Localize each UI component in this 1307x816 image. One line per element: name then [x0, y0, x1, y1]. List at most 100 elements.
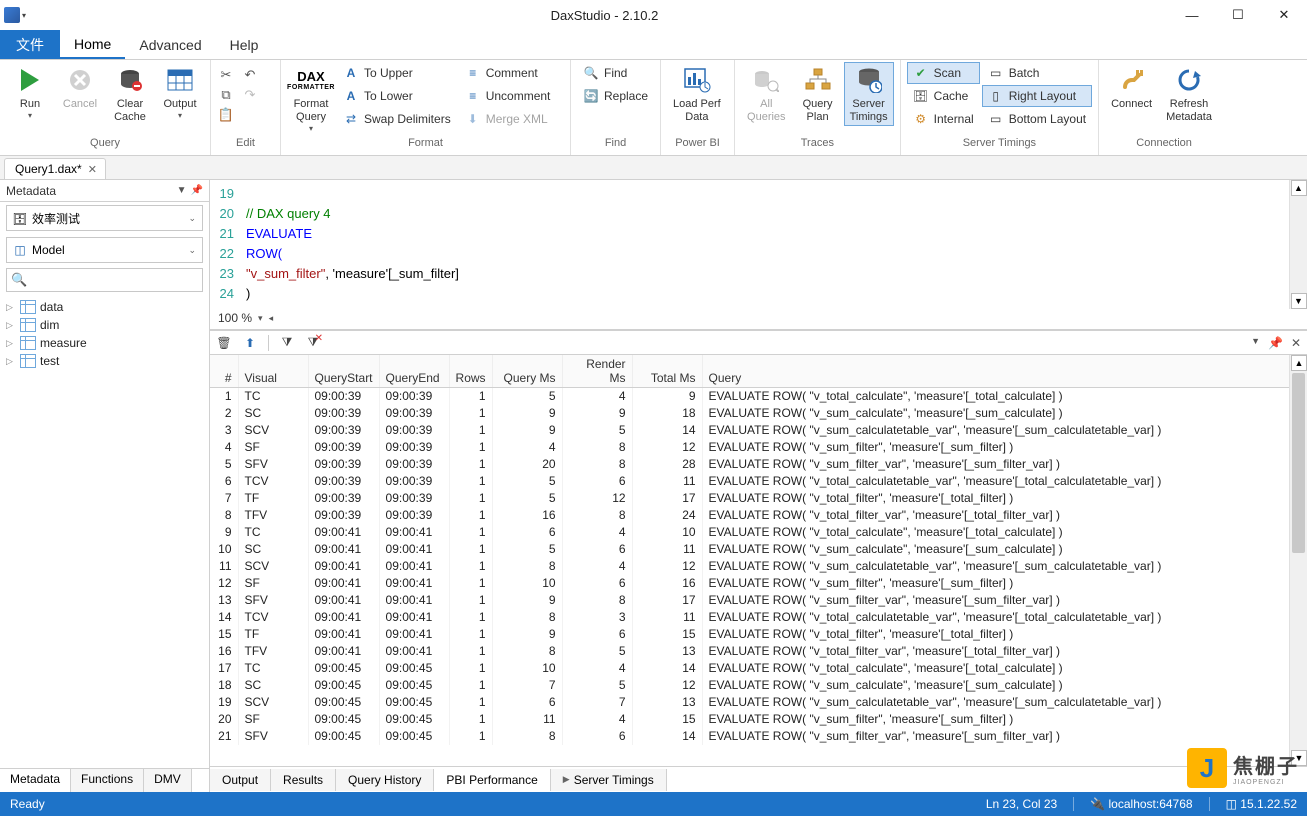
server-timings-button[interactable]: Server Timings — [844, 62, 894, 126]
internal-toggle[interactable]: ⚙Internal — [907, 108, 980, 130]
maximize-button[interactable]: ☐ — [1215, 0, 1261, 30]
grid-scrollbar[interactable]: ▲ ▼ — [1289, 355, 1307, 766]
tab-output[interactable]: Output — [210, 769, 271, 791]
swap-delimiters-button[interactable]: ⇄Swap Delimiters — [337, 108, 457, 130]
to-upper-button[interactable]: ATo Upper — [337, 62, 457, 84]
panel-close-icon[interactable]: ✕ — [1291, 336, 1301, 350]
scroll-up-icon[interactable]: ▲ — [1291, 355, 1307, 371]
query-plan-button[interactable]: Query Plan — [794, 62, 842, 126]
cut-icon[interactable]: ✂ — [217, 66, 235, 84]
bottom-layout-toggle[interactable]: ▭Bottom Layout — [982, 108, 1092, 130]
pin-icon[interactable]: 📌 — [191, 185, 203, 196]
table-row[interactable]: 13SFV09:00:4109:00:4119817EVALUATE ROW( … — [210, 592, 1307, 609]
model-select[interactable]: ◫Model ⌄ — [6, 237, 203, 263]
expand-icon[interactable]: ▷ — [6, 302, 16, 313]
expand-icon[interactable]: ▷ — [6, 320, 16, 331]
database-select[interactable]: 🗄效率测试 ⌄ — [6, 205, 203, 231]
metadata-search-input[interactable] — [27, 273, 198, 287]
clear-cache-button[interactable]: Clear Cache — [106, 62, 154, 126]
scroll-thumb[interactable] — [1292, 373, 1305, 553]
table-row[interactable]: 11SCV09:00:4109:00:4118412EVALUATE ROW( … — [210, 558, 1307, 575]
load-perf-data-button[interactable]: Load Perf Data — [667, 62, 727, 126]
document-tab[interactable]: Query1.dax* ✕ — [4, 158, 106, 179]
uncomment-button[interactable]: ≡Uncomment — [459, 85, 557, 107]
menu-help[interactable]: Help — [216, 30, 273, 59]
table-row[interactable]: 10SC09:00:4109:00:4115611EVALUATE ROW( "… — [210, 541, 1307, 558]
comment-button[interactable]: ≡Comment — [459, 62, 557, 84]
panel-dropdown-icon[interactable]: ▼ — [1251, 336, 1260, 350]
replace-button[interactable]: 🔄Replace — [577, 85, 654, 107]
scroll-down-icon[interactable]: ▼ — [1291, 750, 1307, 766]
results-grid[interactable]: #VisualQueryStartQueryEndRowsQuery MsRen… — [210, 355, 1307, 766]
table-row[interactable]: 5SFV09:00:3909:00:39120828EVALUATE ROW( … — [210, 456, 1307, 473]
table-tree-item[interactable]: ▷measure — [2, 334, 207, 352]
table-row[interactable]: 19SCV09:00:4509:00:4516713EVALUATE ROW( … — [210, 694, 1307, 711]
sidebar-dropdown-icon[interactable]: ▼ — [177, 185, 187, 196]
table-row[interactable]: 2SC09:00:3909:00:3919918EVALUATE ROW( "v… — [210, 405, 1307, 422]
table-tree-item[interactable]: ▷test — [2, 352, 207, 370]
menu-advanced[interactable]: Advanced — [125, 30, 215, 59]
table-row[interactable]: 20SF09:00:4509:00:45111415EVALUATE ROW( … — [210, 711, 1307, 728]
column-header[interactable]: Visual — [238, 355, 308, 388]
table-tree-item[interactable]: ▷dim — [2, 316, 207, 334]
paste-icon[interactable]: 📋 — [217, 106, 235, 124]
menu-home[interactable]: Home — [60, 30, 125, 59]
tab-metadata[interactable]: Metadata — [0, 769, 71, 792]
table-row[interactable]: 21SFV09:00:4509:00:4518614EVALUATE ROW( … — [210, 728, 1307, 745]
minimize-button[interactable]: — — [1169, 0, 1215, 30]
zoom-control[interactable]: 100 % ▾ ◂ — [210, 307, 1307, 329]
scan-toggle[interactable]: ✔Scan — [907, 62, 980, 84]
right-layout-toggle[interactable]: ▯Right Layout — [982, 85, 1092, 107]
column-header[interactable]: Total Ms — [632, 355, 702, 388]
table-row[interactable]: 16TFV09:00:4109:00:4118513EVALUATE ROW( … — [210, 643, 1307, 660]
find-button[interactable]: 🔍Find — [577, 62, 654, 84]
scroll-up-icon[interactable]: ▲ — [1291, 180, 1307, 196]
editor-code[interactable]: // DAX query 4EVALUATEROW("v_sum_filter"… — [240, 180, 1307, 307]
tab-query-history[interactable]: Query History — [336, 769, 434, 791]
column-header[interactable]: Rows — [449, 355, 492, 388]
column-header[interactable]: Render Ms — [562, 355, 632, 388]
table-row[interactable]: 15TF09:00:4109:00:4119615EVALUATE ROW( "… — [210, 626, 1307, 643]
tab-server-timings[interactable]: ▶Server Timings — [551, 769, 667, 791]
column-header[interactable]: QueryStart — [308, 355, 379, 388]
qat-dropdown[interactable]: ▾ — [22, 11, 26, 20]
table-row[interactable]: 7TF09:00:3909:00:39151217EVALUATE ROW( "… — [210, 490, 1307, 507]
table-row[interactable]: 4SF09:00:3909:00:3914812EVALUATE ROW( "v… — [210, 439, 1307, 456]
editor-scrollbar[interactable]: ▲ ▼ — [1289, 180, 1307, 309]
pin-icon[interactable]: 📌 — [1268, 336, 1283, 350]
chevron-left-icon[interactable]: ◂ — [269, 313, 274, 324]
tab-pbi-performance[interactable]: PBI Performance — [434, 769, 550, 791]
expand-icon[interactable]: ▷ — [6, 356, 16, 367]
table-row[interactable]: 18SC09:00:4509:00:4517512EVALUATE ROW( "… — [210, 677, 1307, 694]
menu-file[interactable]: 文件 — [0, 30, 60, 59]
export-up-icon[interactable]: ⬆ — [242, 335, 258, 351]
column-header[interactable]: Query Ms — [492, 355, 562, 388]
column-header[interactable]: QueryEnd — [379, 355, 449, 388]
table-row[interactable]: 6TCV09:00:3909:00:3915611EVALUATE ROW( "… — [210, 473, 1307, 490]
run-button[interactable]: Run ▾ — [6, 62, 54, 122]
undo-icon[interactable]: ↶ — [241, 66, 259, 84]
tab-dmv[interactable]: DMV — [144, 769, 192, 792]
tab-results[interactable]: Results — [271, 769, 336, 791]
table-row[interactable]: 1TC09:00:3909:00:391549EVALUATE ROW( "v_… — [210, 388, 1307, 405]
close-tab-icon[interactable]: ✕ — [88, 163, 97, 176]
code-editor[interactable]: 192021222324 // DAX query 4EVALUATEROW("… — [210, 180, 1307, 330]
chevron-down-icon[interactable]: ▾ — [258, 313, 263, 324]
column-header[interactable]: # — [210, 355, 238, 388]
redo-icon[interactable]: ↷ — [241, 86, 259, 104]
cache-toggle[interactable]: 🗄Cache — [907, 85, 980, 107]
expand-icon[interactable]: ▷ — [6, 338, 16, 349]
table-row[interactable]: 3SCV09:00:3909:00:3919514EVALUATE ROW( "… — [210, 422, 1307, 439]
table-row[interactable]: 8TFV09:00:3909:00:39116824EVALUATE ROW( … — [210, 507, 1307, 524]
scroll-down-icon[interactable]: ▼ — [1291, 293, 1307, 309]
format-query-button[interactable]: DAXFORMATTER Format Query ▾ — [287, 62, 335, 135]
table-tree-item[interactable]: ▷data — [2, 298, 207, 316]
close-button[interactable]: ✕ — [1261, 0, 1307, 30]
to-lower-button[interactable]: ATo Lower — [337, 85, 457, 107]
copy-icon[interactable]: ⧉ — [217, 86, 235, 104]
table-row[interactable]: 12SF09:00:4109:00:41110616EVALUATE ROW( … — [210, 575, 1307, 592]
table-row[interactable]: 14TCV09:00:4109:00:4118311EVALUATE ROW( … — [210, 609, 1307, 626]
delete-icon[interactable]: 🗑 — [216, 335, 232, 351]
column-header[interactable]: Query — [702, 355, 1306, 388]
connect-button[interactable]: Connect — [1105, 62, 1158, 113]
